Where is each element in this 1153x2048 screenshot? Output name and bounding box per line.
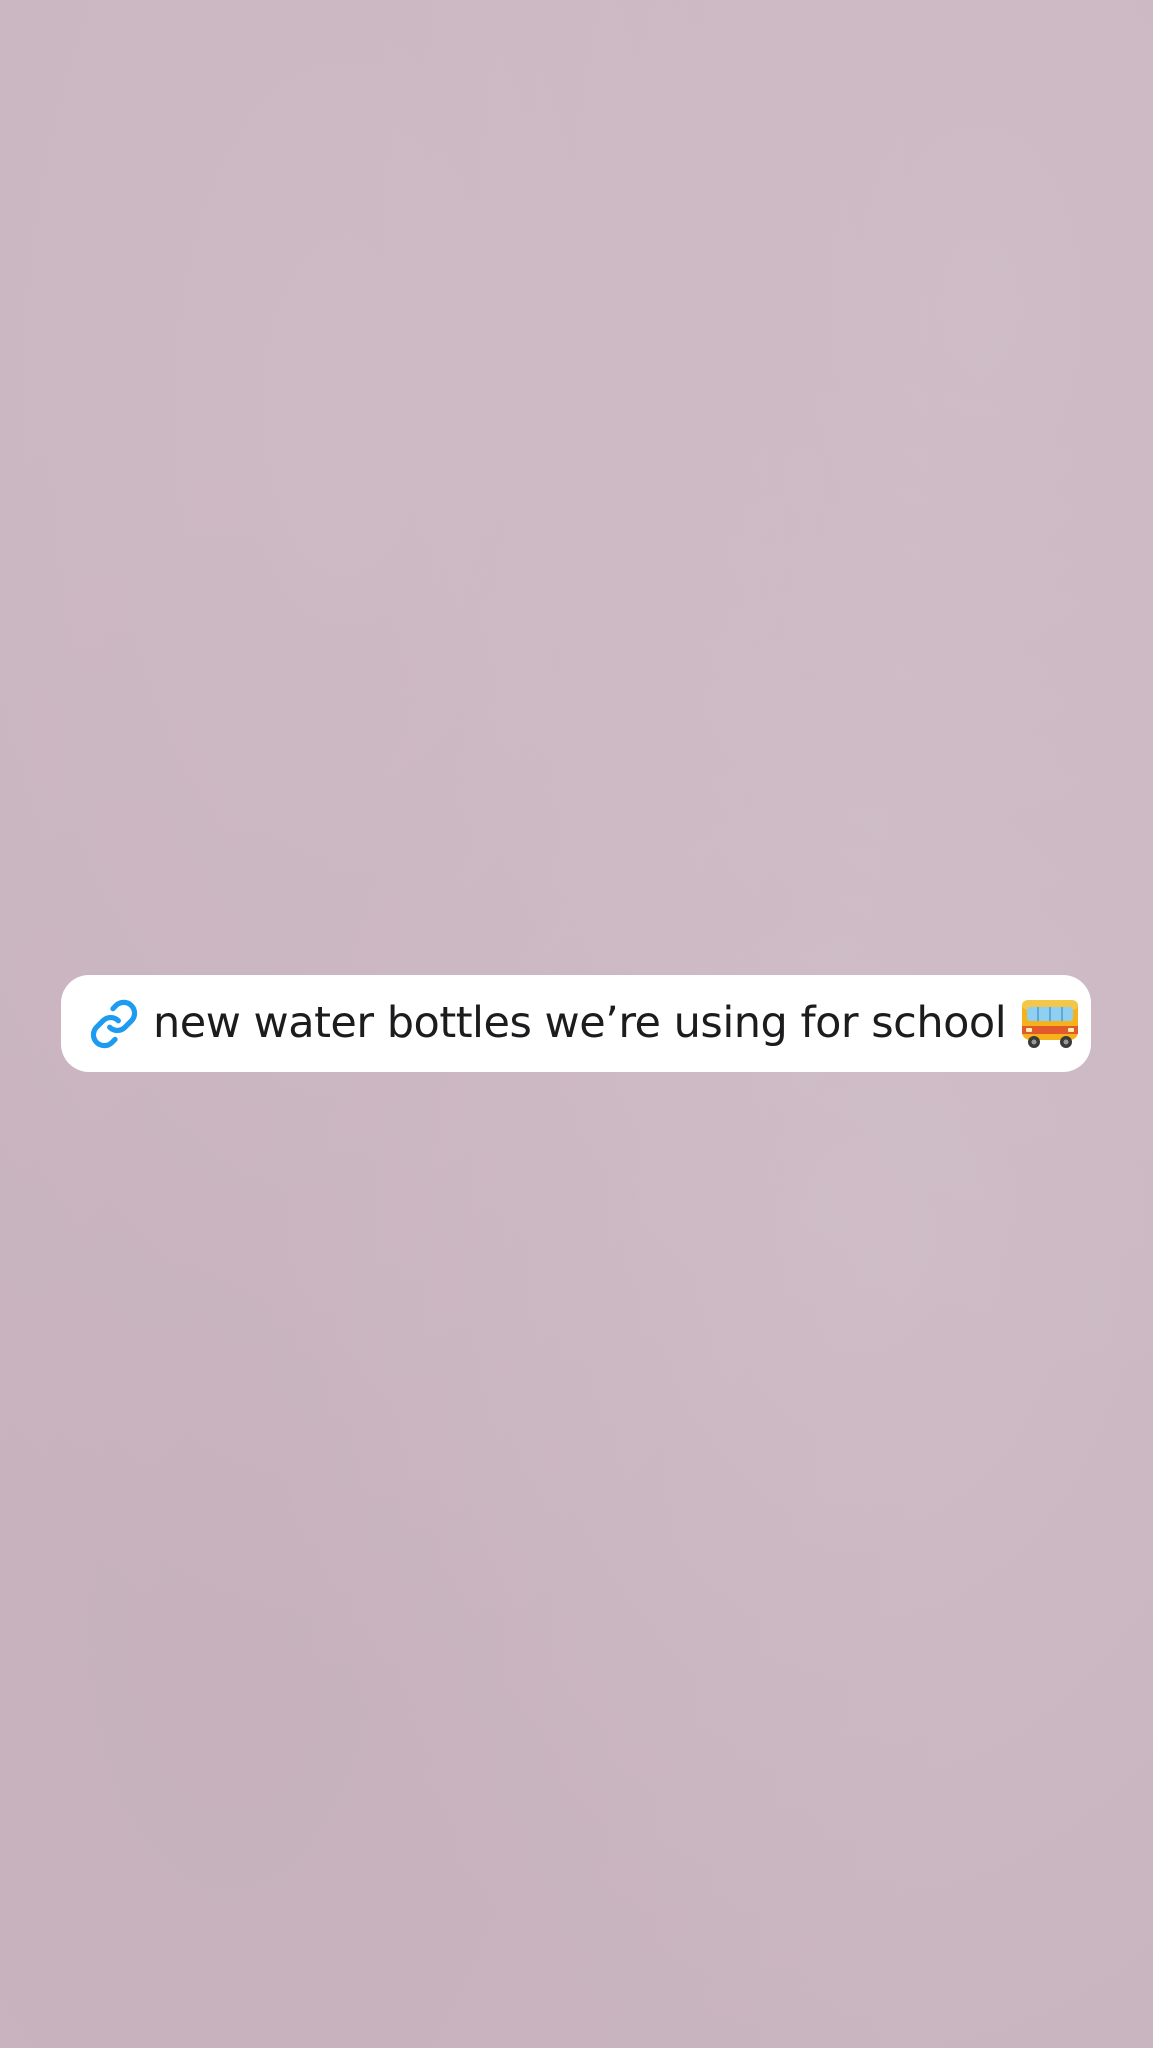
- bus-icon: [1018, 996, 1082, 1052]
- link-sticker[interactable]: new water bottles we’re using for school: [61, 975, 1091, 1072]
- link-chain-icon: [87, 997, 141, 1051]
- link-sticker-label: new water bottles we’re using for school: [153, 998, 1007, 1048]
